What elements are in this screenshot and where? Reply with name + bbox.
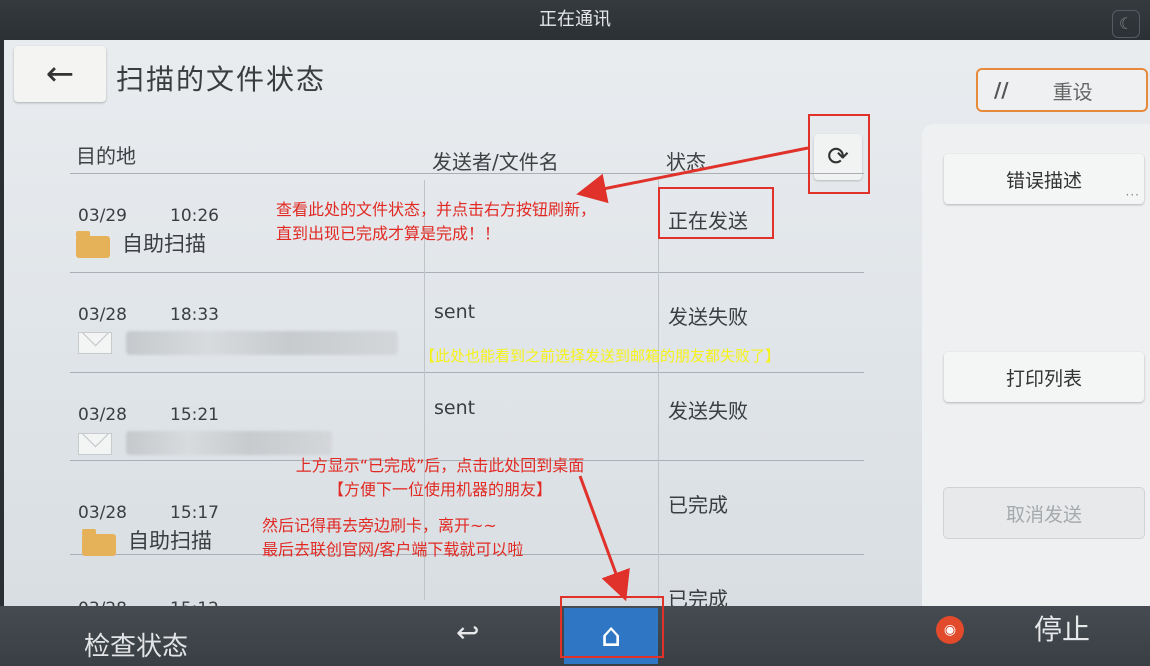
annotation-note-3-line-2: 【方便下一位使用机器的朋友】: [327, 480, 552, 499]
annotation-note-4-line-1: 然后记得再去旁边刷卡，离开~~: [262, 516, 497, 535]
annotation-note-3: 上方显示“已完成”后，点击此处回到桌面 【方便下一位使用机器的朋友】: [260, 454, 620, 502]
arrow-to-note: [576, 146, 809, 204]
annotation-note-3-line-1: 上方显示“已完成”后，点击此处回到桌面: [295, 456, 585, 475]
annotation-note-2: 【此处也能看到之前选择发送到邮箱的朋友都失败了】: [420, 347, 781, 365]
annotation-note-1-line-2: 直到出现已完成才算是完成！！: [276, 224, 501, 243]
annotation-note-1: 查看此处的文件状态，并点击右方按钮刷新， 直到出现已完成才算是完成！！: [276, 198, 596, 246]
annotation-note-4: 然后记得再去旁边刷卡，离开~~ 最后去联创官网/客户端下载就可以啦: [262, 514, 523, 562]
annotation-note-1-line-1: 查看此处的文件状态，并点击右方按钮刷新，: [276, 200, 597, 219]
annotation-note-4-line-2: 最后去联创官网/客户端下载就可以啦: [262, 540, 524, 559]
annotation-arrows: [576, 146, 809, 602]
